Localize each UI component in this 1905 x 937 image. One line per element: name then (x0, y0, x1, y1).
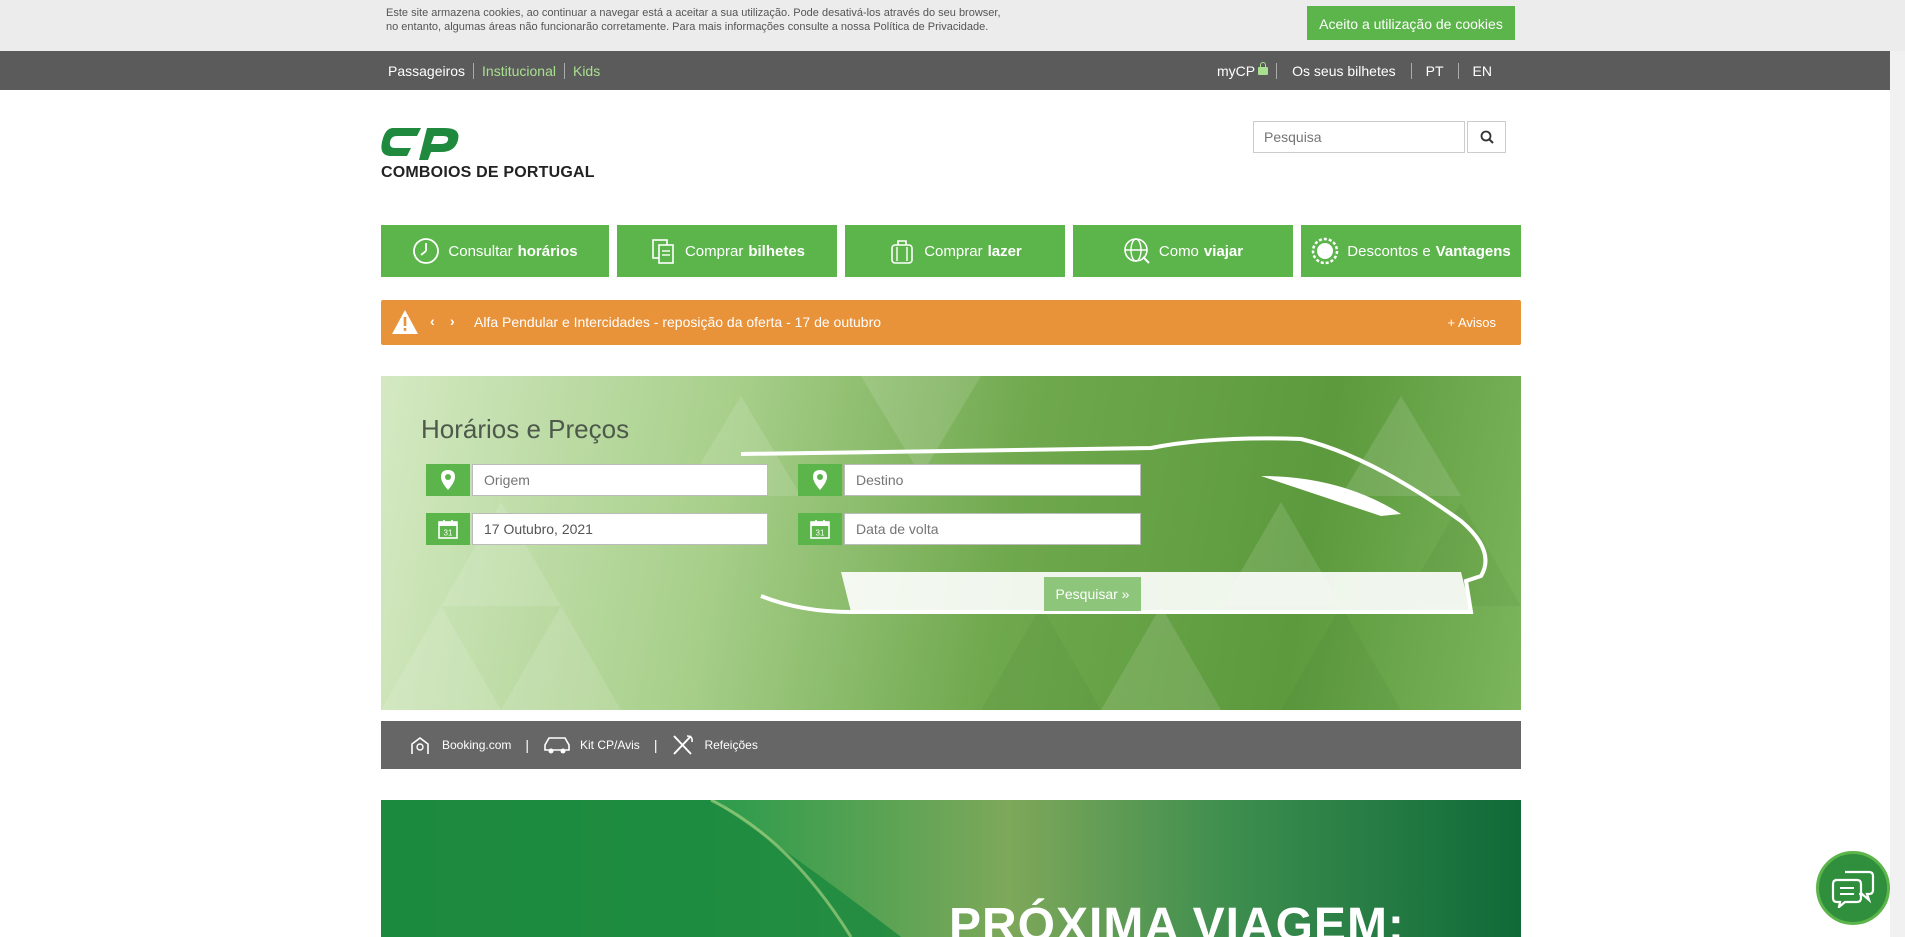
accept-cookies-button[interactable]: Aceito a utilização de cookies (1307, 6, 1515, 40)
cutlery-icon (673, 735, 694, 755)
nav-mycp[interactable]: myCP (1215, 61, 1276, 79)
more-alerts-link[interactable]: + Avisos (1447, 315, 1496, 330)
menu-label-bold: viajar (1203, 242, 1244, 260)
lock-icon (1258, 61, 1269, 75)
departure-date-input[interactable] (472, 513, 768, 545)
nav-passageiros[interactable]: Passageiros (386, 63, 473, 79)
alert-next-arrow[interactable]: › (450, 313, 455, 329)
nav-institucional[interactable]: Institucional (473, 62, 564, 79)
clock-icon (413, 238, 440, 264)
menu-vantagens[interactable]: Descontos e Vantagens (1301, 225, 1521, 277)
logo-text: COMBOIOS DE PORTUGAL (381, 164, 595, 181)
destination-field (798, 464, 1141, 496)
separator: | (653, 737, 658, 753)
menu-label: Descontos e (1347, 242, 1431, 260)
cookie-text-line: no entanto, algumas áreas não funcionarã… (386, 21, 989, 33)
alert-link[interactable]: Alfa Pendular e Intercidades - reposição… (474, 314, 881, 330)
nav-kids[interactable]: Kids (563, 62, 608, 79)
timetable-search-panel: Horários e Preços 31 31 Pesquisar » (381, 376, 1521, 710)
lang-en[interactable]: EN (1457, 62, 1506, 79)
service-booking[interactable]: Booking.com (409, 734, 511, 756)
services-bar: Booking.com | Kit CP/Avis | Refeições (381, 721, 1521, 769)
hotel-icon (411, 737, 429, 754)
car-icon (544, 737, 570, 754)
cookie-notice: Este site armazena cookies, ao continuar… (386, 6, 1066, 34)
search-icon (1480, 130, 1494, 144)
menu-label: Como (1158, 242, 1199, 260)
location-pin-icon (426, 464, 470, 496)
menu-label: Comprar (684, 242, 744, 260)
calendar-icon[interactable]: 31 (798, 513, 842, 545)
service-meals[interactable]: Refeições (671, 734, 758, 756)
lang-pt[interactable]: PT (1410, 62, 1458, 79)
origin-field (426, 464, 768, 496)
service-label: Refeições (704, 738, 758, 752)
svg-text:31: 31 (444, 529, 453, 538)
service-label: Booking.com (442, 738, 512, 752)
globe-icon (1124, 238, 1150, 264)
luggage-icon (891, 240, 914, 264)
search-button[interactable] (1467, 121, 1506, 153)
return-date-field: 31 (798, 513, 1141, 545)
menu-label-bold: lazer (987, 242, 1022, 260)
mycp-label: myCP (1217, 62, 1256, 79)
alert-bar: ‹ › Alfa Pendular e Intercidades - repos… (381, 300, 1521, 345)
departure-date-field: 31 (426, 513, 768, 545)
separator: | (525, 737, 530, 753)
chat-button[interactable] (1816, 851, 1890, 925)
menu-bilhetes[interactable]: Comprar bilhetes (617, 225, 837, 277)
badge-icon (1312, 237, 1339, 265)
nav-tickets[interactable]: Os seus bilhetes (1276, 62, 1411, 79)
cookie-bar: Este site armazena cookies, ao continuar… (0, 0, 1905, 51)
return-date-input[interactable] (844, 513, 1141, 545)
promo-heading: PRÓXIMA VIAGEM: (949, 899, 1405, 937)
destination-input[interactable] (844, 464, 1141, 496)
chat-icon (1831, 870, 1875, 908)
hero-title: Horários e Preços (421, 414, 630, 444)
location-pin-icon (798, 464, 842, 496)
search-timetable-button[interactable]: Pesquisar » (1044, 577, 1141, 611)
service-label: Kit CP/Avis (580, 738, 640, 752)
menu-label-bold: Vantagens (1435, 242, 1511, 260)
menu-label: Comprar (924, 242, 983, 260)
svg-text:31: 31 (816, 529, 825, 538)
menu-lazer[interactable]: Comprar lazer (845, 225, 1065, 277)
menu-label-bold: horários (517, 242, 578, 260)
cookie-text-line: Este site armazena cookies, ao continuar… (386, 7, 1001, 19)
menu-label: Consultar (448, 242, 513, 260)
ticket-icon (652, 239, 674, 264)
menu-label-bold: bilhetes (748, 242, 806, 260)
calendar-icon[interactable]: 31 (426, 513, 470, 545)
top-navigation: Passageiros Institucional Kids myCP Os s… (0, 51, 1905, 90)
alert-prev-arrow[interactable]: ‹ (430, 313, 435, 329)
scrollbar[interactable] (1890, 51, 1905, 937)
promo-banner[interactable]: PRÓXIMA VIAGEM: (381, 800, 1521, 937)
search-input[interactable] (1253, 121, 1465, 153)
menu-horarios[interactable]: Consultar horários (381, 225, 609, 277)
service-avis[interactable]: Kit CP/Avis (543, 734, 640, 756)
warning-icon (392, 310, 418, 334)
menu-viajar[interactable]: Como viajar (1073, 225, 1293, 277)
origin-input[interactable] (472, 464, 768, 496)
